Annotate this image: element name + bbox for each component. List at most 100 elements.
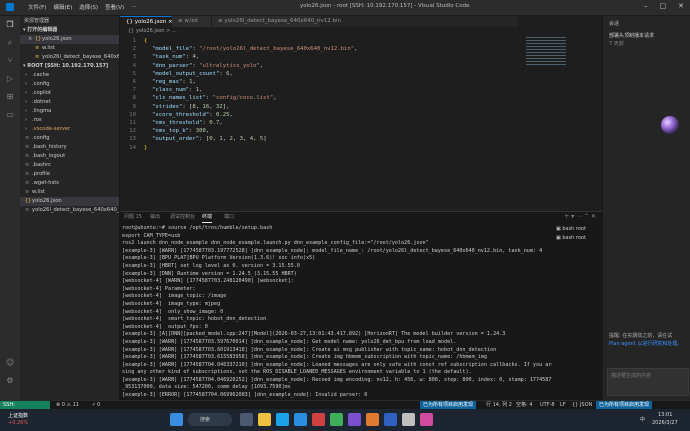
code-line[interactable]: "class_num": 1, [152, 87, 203, 93]
widget-stock[interactable]: 上证指数 [8, 412, 28, 419]
code-line[interactable]: "strides": [8, 16, 32], [152, 104, 230, 110]
code-line[interactable]: "dnn_parser": "ultralytics_yolo", [152, 63, 263, 69]
tab-debug-console[interactable]: 调试控制台 [170, 213, 195, 222]
task-view-icon[interactable] [240, 413, 253, 426]
close-icon[interactable] [28, 44, 35, 53]
folder-item[interactable]: › .config [20, 80, 119, 89]
root-folder-section[interactable]: ▾ ROOT [SSH: 10.192.170.157] [20, 62, 119, 71]
code-token: : [189, 128, 196, 135]
terminal-item[interactable]: ▣ bash root [556, 234, 602, 243]
vscode-taskbar-icon[interactable] [294, 413, 307, 426]
tree-item-label: .config [32, 81, 50, 87]
file-explorer-icon[interactable] [258, 413, 271, 426]
panel-actions[interactable]: + ▾ ⋯ ⌃ ✕ [564, 213, 596, 220]
code-line[interactable]: "score_threshold": 0.25, [152, 112, 233, 118]
file-item[interactable]: {}yolo26.json [20, 197, 119, 206]
account-icon[interactable]: ☺ [5, 358, 15, 368]
edge-icon[interactable] [276, 413, 289, 426]
file-item[interactable]: ≡ .bash_history [20, 143, 119, 152]
tab-ports[interactable]: 端口 [224, 213, 234, 222]
file-item[interactable]: ≡yolo26l_detect_bayese_640x640_nv12.bin [20, 206, 119, 215]
menu-edit[interactable]: 编辑(E) [53, 3, 72, 11]
search-icon[interactable]: ⌕ [5, 38, 15, 48]
source-control-icon[interactable]: ⑂ [5, 56, 15, 66]
explorer-icon[interactable]: ❐ [5, 20, 15, 30]
open-editor-item[interactable]: ≡yolo26l_detect_bayese_640x640_nv12.bin [20, 53, 119, 62]
run-debug-icon[interactable]: ▷ [5, 74, 15, 84]
close-icon[interactable]: ✕ [678, 2, 684, 10]
file-item[interactable]: ≡ .wget-hsts [20, 179, 119, 188]
menu-more[interactable]: ... [131, 3, 136, 11]
open-editors-section[interactable]: ▾ 打开的编辑器 [20, 26, 119, 35]
tab-terminal[interactable]: 终端 [202, 213, 213, 223]
open-editor-item[interactable]: ≡ w.list [20, 44, 119, 53]
terminal-line: export CAM_TYPE=usb [122, 232, 181, 239]
folder-item[interactable]: › .cache [20, 71, 119, 80]
folder-item[interactable]: › .lingma [20, 107, 119, 116]
tree-item-label: .bashrc [32, 162, 51, 168]
tab-yolo26-json[interactable]: {} yolo26.json × [120, 16, 173, 27]
open-editor-item[interactable]: × {}yolo26.json [20, 35, 119, 44]
settings-gear-icon[interactable]: ⚙ [5, 376, 15, 386]
wechat-icon[interactable] [330, 413, 343, 426]
folder-item[interactable]: › .vscode-server [20, 125, 119, 134]
minimize-icon[interactable]: – [644, 2, 648, 10]
terminal-output[interactable]: root@ubuntu:~# source /opt/tros/humble/s… [122, 225, 552, 401]
menu-file[interactable]: 文件(F) [28, 3, 46, 11]
code-line[interactable]: { [144, 38, 147, 44]
chat-session-item[interactable]: 部署头顶制播本请求 [609, 32, 654, 39]
code-line[interactable]: "nms_threshold": 0.7, [152, 120, 223, 126]
remote-explorer-icon[interactable]: ▭ [5, 110, 15, 120]
code-line[interactable]: "nms_top_k": 300, [152, 128, 209, 134]
code-token: "score_threshold" [152, 111, 210, 118]
chevron-right-icon: › [25, 99, 27, 105]
code-line[interactable]: "reg_max": 1, [152, 79, 196, 85]
file-item[interactable]: ≡ .profile [20, 170, 119, 179]
code-line[interactable]: "cls_names_list": "config/coco.list", [152, 95, 277, 101]
menu-select[interactable]: 选择(S) [79, 3, 98, 11]
file-item[interactable]: ≡ .config [20, 134, 119, 143]
app-icon[interactable] [402, 413, 415, 426]
app-icon[interactable] [348, 413, 361, 426]
file-item[interactable]: ≡ .bash_logout [20, 152, 119, 161]
chevron-right-icon: › [25, 117, 27, 123]
minimap[interactable] [518, 27, 602, 208]
folder-item[interactable]: › .ros [20, 116, 119, 125]
terminal-item[interactable]: ▣ bash root [556, 225, 602, 234]
code-editor[interactable]: 1 {2 "model_file": "/root/yolo26l_detect_b… [120, 36, 518, 208]
maximize-icon[interactable]: □ [660, 2, 667, 10]
window-title: yolo26.json - root [SSH: 10.192.170.157]… [300, 3, 470, 9]
file-item[interactable]: ≡ .bashrc [20, 161, 119, 170]
tab-output[interactable]: 输出 [150, 213, 160, 222]
code-line[interactable]: } [144, 145, 147, 151]
taskbar-search[interactable]: 搜索 [188, 413, 232, 426]
clock-time[interactable]: 13:01 [658, 412, 672, 418]
tab-model-bin[interactable]: ≡ yolo26l_detect_bayese_640x640_nv12.bin [212, 16, 341, 27]
menu-view[interactable]: 查看(V) [105, 3, 124, 11]
app-icon[interactable] [420, 413, 433, 426]
tab-w-list[interactable]: ≡ w.list [172, 16, 212, 27]
input-language[interactable]: 中 [640, 416, 645, 423]
code-line[interactable]: "task_num": 4, [152, 54, 199, 60]
code-line[interactable]: "model_file": "/root/yolo26l_detect_baye… [152, 46, 357, 52]
code-line[interactable]: "model_output_count": 6, [152, 71, 233, 77]
folder-item[interactable]: › .dotnet [20, 98, 119, 107]
folder-item[interactable]: › .copilot [20, 89, 119, 98]
file-item[interactable]: ≡ w.list [20, 188, 119, 197]
close-icon[interactable] [28, 53, 35, 62]
app-icon[interactable] [366, 413, 379, 426]
windows-start-icon[interactable] [170, 413, 183, 426]
terminal-line: [websocket-4] only_show_image: 0 [122, 308, 224, 315]
clock-date[interactable]: 2026/3/27 [652, 420, 678, 426]
chat-notice-link[interactable]: Plan agent 以进行研究和处理。 [609, 340, 682, 347]
chat-input[interactable]: 描述要生成的内容 [607, 368, 689, 396]
tab-problems[interactable]: 问题 15 [124, 213, 142, 222]
breadcrumb[interactable]: {} yolo26.json > ... [120, 27, 518, 36]
extensions-icon[interactable]: ⊞ [5, 92, 15, 102]
close-icon[interactable]: × [28, 35, 35, 44]
tab-label: ≡ yolo26l_detect_bayese_640x640_nv12.bin [218, 18, 341, 24]
code-token: "config/coco.list" [212, 95, 274, 102]
app-icon[interactable] [384, 413, 397, 426]
app-icon[interactable] [312, 413, 325, 426]
code-line[interactable]: "output_order": [0, 1, 2, 3, 4, 5] [152, 136, 267, 142]
